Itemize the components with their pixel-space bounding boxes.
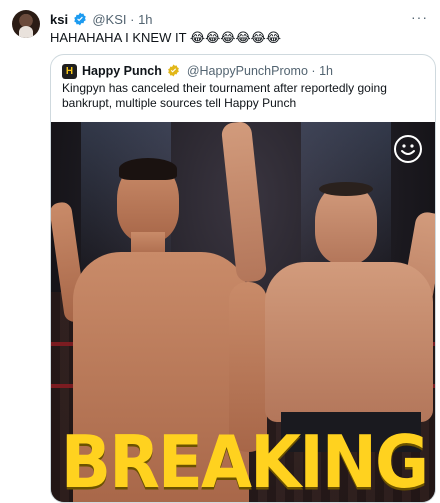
author-avatar[interactable] (12, 10, 40, 38)
meta-separator: · (130, 12, 135, 27)
more-options-icon[interactable]: ··· (411, 10, 428, 24)
tweet-header: ksi @KSI · 1h (50, 12, 153, 28)
gold-verified-badge-icon (168, 64, 180, 77)
quoted-image[interactable]: BREAKING (51, 122, 435, 503)
tweet-text: HAHAHAHA I KNEW IT 😂😂😂😂😂😂 (50, 30, 282, 45)
tweet-time[interactable]: 1h (138, 12, 152, 27)
breaking-overlay-text: BREAKING (60, 420, 429, 503)
quoted-time[interactable]: 1h (319, 64, 333, 78)
author-handle[interactable]: @KSI (92, 12, 126, 27)
quoted-text: Kingpyn has canceled their tournament af… (62, 81, 387, 110)
quoted-avatar[interactable]: H (62, 64, 77, 79)
verified-badge-icon (73, 12, 86, 26)
quoted-author-name[interactable]: Happy Punch (82, 64, 162, 78)
quoted-tweet[interactable]: H Happy Punch @HappyPunchPromo · 1h King… (50, 54, 436, 503)
tweet[interactable]: ksi @KSI · 1h ··· HAHAHAHA I KNEW IT 😂😂😂… (0, 0, 440, 503)
quoted-separator: · (311, 64, 316, 78)
smiley-logo-icon (394, 135, 422, 163)
quoted-header: Happy Punch @HappyPunchPromo · 1h (82, 63, 333, 79)
quoted-handle[interactable]: @HappyPunchPromo (187, 64, 308, 78)
author-name[interactable]: ksi (50, 12, 68, 27)
